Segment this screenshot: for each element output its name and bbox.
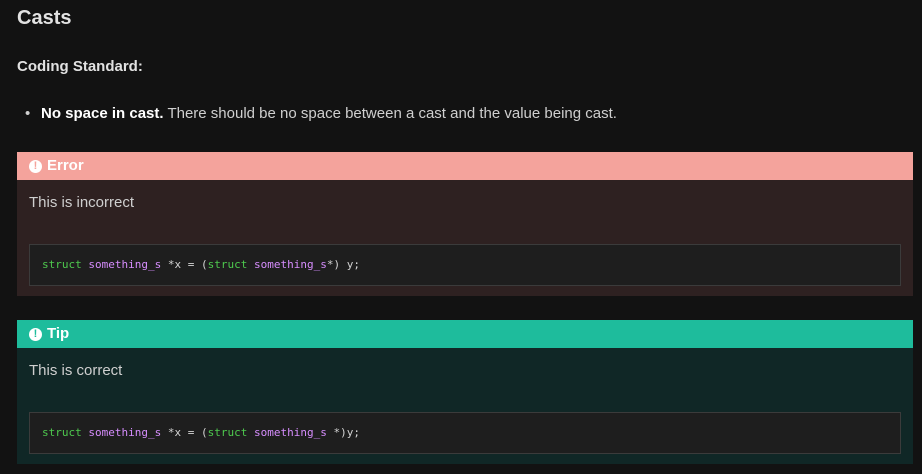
error-admonition-text: This is incorrect	[29, 194, 135, 211]
correct-code-block[interactable]: struct something_s *x = (struct somethin…	[29, 412, 901, 454]
code-keyword: struct	[207, 426, 248, 439]
coding-standard-heading: Coding Standard:	[17, 58, 143, 75]
tip-admonition-title: Tip	[47, 325, 70, 342]
error-admonition-body: This is incorrect struct something_s *x …	[17, 180, 913, 296]
tip-admonition-header: ! Tip	[17, 320, 913, 348]
tip-admonition: ! Tip This is correct struct something_s…	[17, 320, 913, 464]
section-heading: Casts	[17, 7, 72, 29]
code-text: *x = (	[161, 258, 208, 271]
error-admonition-title: Error	[47, 157, 84, 174]
incorrect-code-block[interactable]: struct something_s *x = (struct somethin…	[29, 244, 901, 286]
code-text: *)y;	[326, 426, 360, 439]
exclamation-circle-icon: !	[29, 159, 42, 173]
rules-list: • No space in cast. There should be no s…	[25, 105, 617, 122]
code-keyword: struct	[42, 258, 82, 271]
code-text: *) y;	[326, 258, 360, 271]
code-type: something_s	[253, 258, 327, 271]
tip-admonition-text: This is correct	[29, 362, 123, 379]
error-admonition: ! Error This is incorrect struct somethi…	[17, 152, 913, 296]
code-keyword: struct	[42, 426, 82, 439]
error-admonition-header: ! Error	[17, 152, 913, 180]
code-keyword: struct	[207, 258, 248, 271]
bullet-icon: •	[25, 105, 31, 122]
rule-item: • No space in cast. There should be no s…	[25, 105, 617, 122]
tip-admonition-body: This is correct struct something_s *x = …	[17, 348, 913, 464]
code-type: something_s	[88, 258, 162, 271]
rule-name: No space in cast.	[41, 105, 164, 122]
rule-description: There should be no space between a cast …	[163, 105, 617, 122]
exclamation-circle-icon: !	[29, 327, 42, 341]
code-type: something_s	[253, 426, 327, 439]
code-text: *x = (	[161, 426, 208, 439]
code-type: something_s	[88, 426, 162, 439]
